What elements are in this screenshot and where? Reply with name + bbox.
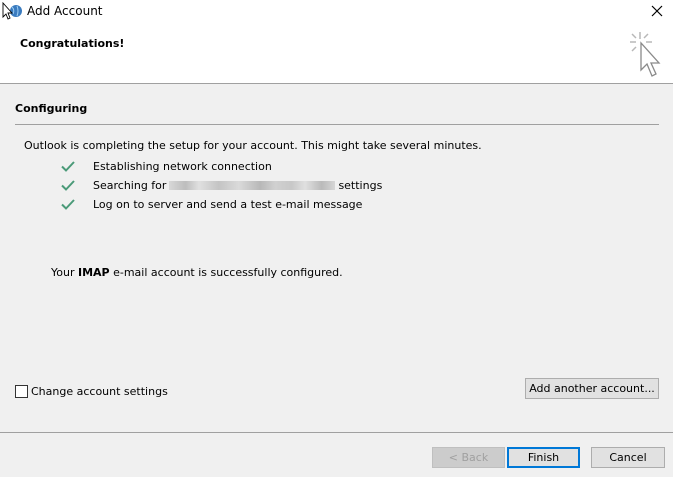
cancel-button[interactable]: Cancel: [591, 447, 665, 468]
step-item: Establishing network connection: [60, 158, 272, 174]
back-button[interactable]: < Back: [432, 447, 505, 468]
change-settings-checkbox[interactable]: [15, 385, 28, 398]
checkmark-icon: [61, 180, 75, 191]
step-label: Searching for settings: [93, 179, 382, 192]
header-title: Congratulations!: [20, 37, 125, 50]
success-suffix: e-mail account is successfully configure…: [113, 266, 343, 279]
intro-text: Outlook is completing the setup for your…: [24, 139, 482, 152]
window-title: Add Account: [27, 4, 103, 18]
outlook-globe-icon: [2, 2, 22, 20]
footer-divider: [0, 432, 673, 433]
finish-button[interactable]: Finish: [507, 447, 580, 468]
title-bar: Add Account: [0, 0, 673, 22]
success-message: Your IMAP e-mail account is successfully…: [51, 266, 343, 279]
redacted-email: [169, 180, 336, 190]
step-label-suffix: settings: [338, 178, 383, 192]
close-icon: [651, 5, 663, 17]
change-settings-label[interactable]: Change account settings: [31, 385, 168, 398]
close-button[interactable]: [641, 0, 673, 22]
step-item: Log on to server and send a test e-mail …: [60, 196, 362, 212]
add-another-account-button[interactable]: Add another account...: [525, 378, 659, 399]
section-divider: [15, 124, 659, 125]
header-banner: Congratulations!: [0, 22, 673, 84]
section-title: Configuring: [15, 102, 88, 115]
step-label: Establishing network connection: [93, 159, 272, 173]
protocol-name: IMAP: [77, 266, 110, 279]
step-item: Searching for settings: [60, 177, 382, 193]
step-label: Log on to server and send a test e-mail …: [93, 197, 363, 211]
checkmark-icon: [61, 161, 75, 172]
click-cursor-icon: [630, 32, 661, 77]
change-settings-option[interactable]: Change account settings: [15, 385, 168, 398]
step-label-prefix: Searching for: [93, 178, 167, 192]
success-prefix: Your: [51, 266, 75, 279]
checkmark-icon: [61, 199, 75, 210]
